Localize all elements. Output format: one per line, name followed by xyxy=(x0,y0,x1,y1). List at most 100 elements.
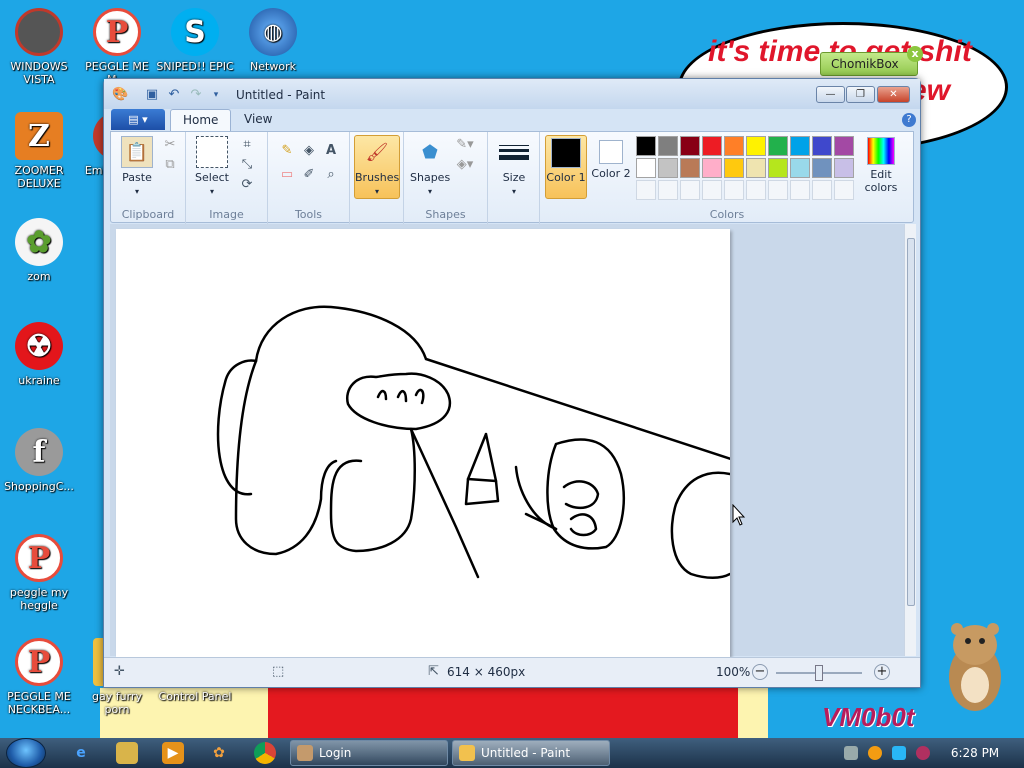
palette-swatch[interactable] xyxy=(768,158,788,178)
tab-home[interactable]: Home xyxy=(170,109,232,131)
palette-swatch[interactable] xyxy=(790,180,810,200)
text-icon[interactable]: A xyxy=(322,142,340,160)
desktop-icon-peggle-me-neckbeard[interactable]: P PEGGLE ME NECKBEA... xyxy=(0,638,78,716)
palette-swatch[interactable] xyxy=(702,180,722,200)
drawing-canvas[interactable] xyxy=(116,229,733,659)
zoom-in-button[interactable]: + xyxy=(874,664,890,680)
resize-icon[interactable]: ⤡ xyxy=(238,156,256,174)
palette-swatch[interactable] xyxy=(636,180,656,200)
taskbar-clock[interactable]: 6:28 PM xyxy=(940,738,1010,768)
pencil-icon[interactable]: ✎ xyxy=(278,142,296,160)
vertical-scrollbar[interactable] xyxy=(904,224,916,656)
zoom-out-button[interactable]: − xyxy=(752,664,768,680)
cut-icon[interactable]: ✂ xyxy=(161,136,179,154)
palette-swatch[interactable] xyxy=(834,136,854,156)
palette-swatch[interactable] xyxy=(790,158,810,178)
tray-display-icon[interactable] xyxy=(892,746,906,760)
color-picker-icon[interactable]: ✐ xyxy=(300,166,318,184)
color1-button[interactable]: Color 1 xyxy=(545,135,587,199)
redo-icon[interactable]: ↷ xyxy=(188,87,204,103)
save-icon[interactable]: ▣ xyxy=(144,87,160,103)
desktop-icon-ukraine[interactable]: ☢ ukraine xyxy=(0,322,78,387)
palette-swatch[interactable] xyxy=(680,158,700,178)
desktop-icon-peggle-me[interactable]: P PEGGLE ME M... xyxy=(78,8,156,86)
desktop-icon-zom[interactable]: ✿ zom xyxy=(0,218,78,283)
paint-app-icon[interactable]: 🎨 xyxy=(112,87,128,103)
palette-swatch[interactable] xyxy=(834,180,854,200)
desktop-icon-zoomer-deluxe[interactable]: Z ZOOMER DELUXE xyxy=(0,112,78,190)
close-button[interactable]: ✕ xyxy=(877,86,910,103)
palette-swatch[interactable] xyxy=(658,180,678,200)
edit-colors-button[interactable]: Edit colors xyxy=(856,137,906,194)
start-button[interactable] xyxy=(6,738,46,768)
color2-swatch xyxy=(599,140,623,164)
paint-window[interactable]: 🎨 ▣ ↶ ↷ ▾ Untitled - Paint — ❐ ✕ ▤ ▾ Hom… xyxy=(103,78,921,688)
taskbar-item-paint[interactable]: Untitled - Paint xyxy=(452,740,610,766)
palette-swatch[interactable] xyxy=(636,158,656,178)
explorer-folder-icon[interactable] xyxy=(116,742,138,764)
palette-swatch[interactable] xyxy=(658,136,678,156)
palette-swatch[interactable] xyxy=(680,136,700,156)
palette-swatch[interactable] xyxy=(636,136,656,156)
palette-swatch[interactable] xyxy=(790,136,810,156)
crop-icon[interactable]: ⌗ xyxy=(238,136,256,154)
paint-menu-button[interactable]: ▤ ▾ xyxy=(111,109,165,130)
palette-swatch[interactable] xyxy=(746,180,766,200)
palette-swatch[interactable] xyxy=(658,158,678,178)
tools-group: ✎ ◈ A ▭ ✐ ⌕ Tools xyxy=(268,132,350,224)
zoom-slider[interactable] xyxy=(776,665,862,681)
games-icon[interactable]: ✿ xyxy=(208,742,230,764)
size-button[interactable]: Size ▾ xyxy=(494,136,534,198)
palette-swatch[interactable] xyxy=(812,180,832,200)
palette-swatch[interactable] xyxy=(768,136,788,156)
copy-icon[interactable]: ⧉ xyxy=(161,156,179,174)
shapes-button[interactable]: ⬟ Shapes ▾ xyxy=(410,136,450,198)
eraser-icon[interactable]: ▭ xyxy=(278,166,296,184)
palette-swatch[interactable] xyxy=(724,180,744,200)
internet-explorer-icon[interactable]: e xyxy=(70,742,92,764)
chomikbox-popup[interactable]: ChomikBox xyxy=(820,52,918,76)
brushes-button[interactable]: 🖌 Brushes ▾ xyxy=(354,135,400,199)
fill-icon[interactable]: ◈ xyxy=(300,142,318,160)
select-button[interactable]: Select ▾ xyxy=(192,136,232,198)
palette-swatch[interactable] xyxy=(768,180,788,200)
rotate-icon[interactable]: ⟳ xyxy=(238,176,256,194)
palette-swatch[interactable] xyxy=(746,136,766,156)
title-bar[interactable]: 🎨 ▣ ↶ ↷ ▾ Untitled - Paint — ❐ ✕ xyxy=(104,79,920,109)
palette-swatch[interactable] xyxy=(702,136,722,156)
media-player-icon[interactable]: ▶ xyxy=(162,742,184,764)
palette-swatch[interactable] xyxy=(702,158,722,178)
chomikbox-close-icon[interactable]: x xyxy=(907,46,923,62)
outline-icon[interactable]: ✎▾ xyxy=(456,136,474,154)
desktop-icon-windows-vista[interactable]: WINDOWS VISTA xyxy=(0,8,78,86)
scrollbar-thumb[interactable] xyxy=(907,238,915,606)
minimize-button[interactable]: — xyxy=(816,86,845,103)
palette-swatch[interactable] xyxy=(680,180,700,200)
desktop-icon-network[interactable]: ◍ Network xyxy=(234,8,312,73)
tab-view[interactable]: View xyxy=(232,109,284,131)
palette-swatch[interactable] xyxy=(812,158,832,178)
undo-icon[interactable]: ↶ xyxy=(166,87,182,103)
palette-swatch[interactable] xyxy=(724,158,744,178)
desktop-icon-sniped-epic[interactable]: S SNIPED!! EPIC xyxy=(156,8,234,73)
desktop-icon-shoppingc[interactable]: f ShoppingC... xyxy=(0,428,78,493)
maximize-button[interactable]: ❐ xyxy=(846,86,875,103)
magnifier-icon[interactable]: ⌕ xyxy=(322,166,340,184)
taskbar-item-login[interactable]: Login xyxy=(290,740,448,766)
canvas-workspace[interactable] xyxy=(110,224,904,659)
customize-quick-access-icon[interactable]: ▾ xyxy=(208,87,224,103)
palette-swatch[interactable] xyxy=(834,158,854,178)
palette-swatch[interactable] xyxy=(812,136,832,156)
zoom-slider-thumb[interactable] xyxy=(815,665,823,681)
tray-search-icon[interactable] xyxy=(868,746,882,760)
fill-shape-icon[interactable]: ◈▾ xyxy=(456,156,474,174)
paste-button[interactable]: 📋 Paste ▾ xyxy=(117,136,157,198)
chrome-icon[interactable] xyxy=(254,742,276,764)
palette-swatch[interactable] xyxy=(746,158,766,178)
help-icon[interactable]: ? xyxy=(902,113,916,127)
color2-button[interactable]: Color 2 xyxy=(590,137,632,180)
desktop-icon-peggle-my-heggle[interactable]: P peggle my heggle xyxy=(0,534,78,612)
tray-volume-icon[interactable] xyxy=(916,746,930,760)
palette-swatch[interactable] xyxy=(724,136,744,156)
tray-network-icon[interactable] xyxy=(844,746,858,760)
